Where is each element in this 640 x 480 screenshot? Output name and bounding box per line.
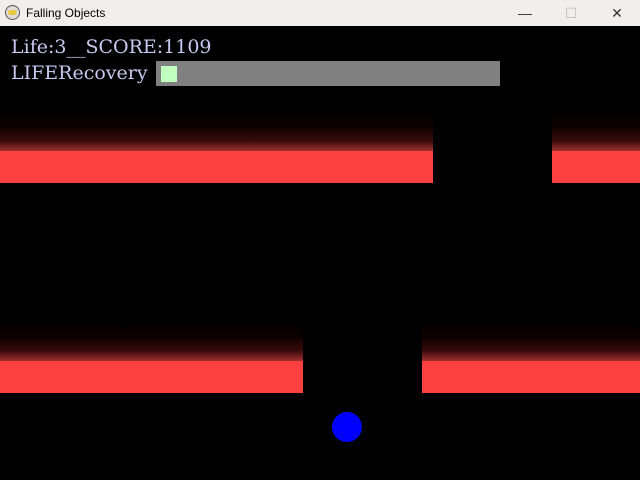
app-icon	[5, 5, 20, 20]
falling-platform	[0, 110, 433, 183]
falling-platform	[0, 320, 303, 393]
game-canvas[interactable]: Life:3__SCORE:1109 LIFERecovery	[0, 26, 640, 480]
falling-platform	[552, 110, 640, 183]
title-bar: Falling Objects — ☐ ✕	[0, 0, 640, 26]
life-recovery-bar	[156, 61, 500, 86]
close-button[interactable]: ✕	[594, 0, 640, 26]
window-title: Falling Objects	[26, 6, 106, 20]
life-recovery-label: LIFERecovery	[11, 62, 148, 84]
maximize-button[interactable]: ☐	[548, 0, 594, 26]
falling-platform	[422, 320, 640, 393]
player-ball	[332, 412, 362, 442]
life-score-text: Life:3__SCORE:1109	[11, 36, 212, 58]
life-recovery-fill	[161, 66, 177, 82]
minimize-button[interactable]: —	[502, 0, 548, 26]
